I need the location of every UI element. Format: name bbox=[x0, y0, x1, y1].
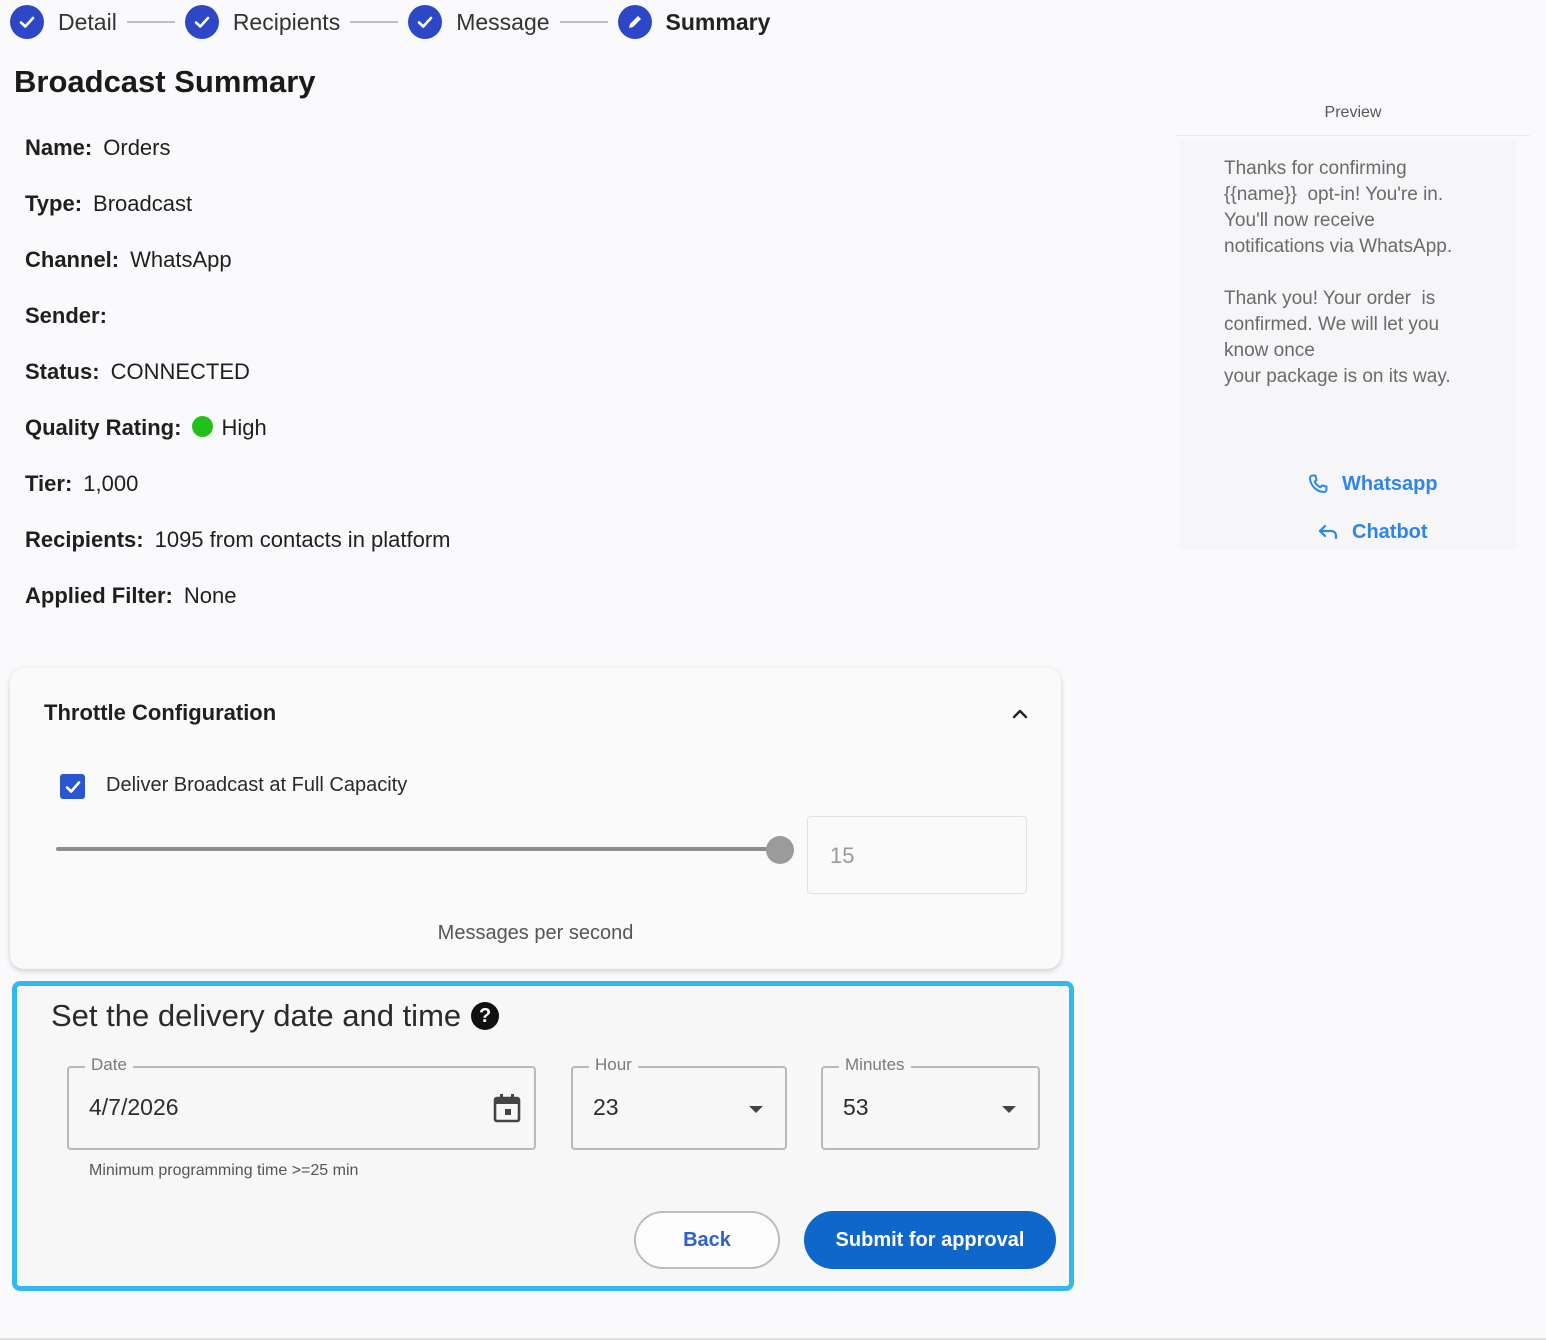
help-icon[interactable]: ? bbox=[471, 1002, 500, 1030]
summary-details: Name: Orders Type: Broadcast Channel: Wh… bbox=[25, 134, 451, 638]
message-preview: Thanks for confirming {{name}} opt-in! Y… bbox=[1180, 140, 1516, 550]
step-label: Detail bbox=[58, 8, 117, 35]
detail-key: Type: bbox=[25, 191, 83, 216]
minimum-time-hint: Minimum programming time >=25 min bbox=[89, 1162, 359, 1179]
caret-down-icon bbox=[749, 1106, 763, 1113]
chatbot-button[interactable]: Chatbot bbox=[1316, 520, 1428, 544]
caret-down-icon bbox=[1002, 1106, 1016, 1113]
step-summary[interactable]: Summary bbox=[617, 5, 771, 39]
detail-key: Status: bbox=[25, 359, 100, 384]
chevron-up-icon[interactable] bbox=[1008, 702, 1032, 731]
page-title: Broadcast Summary bbox=[14, 64, 316, 99]
detail-value: 1,000 bbox=[83, 471, 139, 496]
step-label: Recipients bbox=[232, 8, 341, 35]
detail-key: Name: bbox=[25, 135, 93, 160]
step-label: Message bbox=[456, 8, 550, 35]
whatsapp-button[interactable]: Whatsapp bbox=[1306, 472, 1438, 496]
detail-key: Applied Filter: bbox=[25, 583, 173, 608]
pencil-icon bbox=[617, 5, 652, 39]
step-connector bbox=[350, 21, 399, 23]
check-icon bbox=[184, 5, 219, 39]
detail-key: Channel: bbox=[25, 247, 120, 272]
rate-slider-track[interactable] bbox=[56, 847, 780, 851]
back-button[interactable]: Back bbox=[634, 1211, 780, 1269]
detail-key: Sender: bbox=[25, 303, 107, 328]
stepper: Detail Recipients Message Summary bbox=[10, 4, 770, 40]
phone-icon bbox=[1306, 472, 1330, 496]
preview-header: Preview bbox=[1176, 96, 1530, 136]
detail-key: Tier: bbox=[25, 471, 73, 496]
hour-select-label: Hour bbox=[589, 1055, 638, 1075]
detail-channel: Channel: WhatsApp bbox=[25, 246, 451, 302]
delivery-title-row: Set the delivery date and time ? bbox=[51, 998, 500, 1034]
step-recipients[interactable]: Recipients bbox=[184, 5, 341, 39]
messages-per-second-label: Messages per second bbox=[437, 922, 634, 944]
check-icon bbox=[63, 777, 83, 797]
detail-tier: Tier: 1,000 bbox=[25, 470, 451, 526]
calendar-icon[interactable] bbox=[492, 1092, 522, 1124]
throttle-configuration-panel: Throttle Configuration Deliver Broadcast… bbox=[10, 668, 1061, 969]
step-detail[interactable]: Detail bbox=[10, 5, 117, 39]
minutes-select-value: 53 bbox=[843, 1094, 869, 1120]
step-connector bbox=[126, 21, 175, 23]
throttle-title: Throttle Configuration bbox=[44, 700, 277, 725]
check-icon bbox=[408, 5, 443, 39]
delivery-schedule-panel: Set the delivery date and time ? Date 4/… bbox=[12, 981, 1074, 1291]
check-icon bbox=[10, 5, 44, 39]
rate-slider-thumb[interactable] bbox=[766, 836, 794, 864]
minutes-select-label: Minutes bbox=[839, 1055, 911, 1075]
detail-recipients: Recipients: 1095 from contacts in platfo… bbox=[25, 526, 451, 582]
full-capacity-label: Deliver Broadcast at Full Capacity bbox=[106, 774, 408, 796]
detail-value: Broadcast bbox=[93, 191, 193, 216]
minutes-select[interactable]: Minutes 53 bbox=[821, 1055, 1040, 1150]
hour-select[interactable]: Hour 23 bbox=[571, 1055, 787, 1150]
date-field-label: Date bbox=[85, 1055, 133, 1075]
detail-value: 1095 from contacts in platform bbox=[154, 527, 451, 552]
date-field[interactable]: Date 4/7/2026 bbox=[67, 1055, 536, 1150]
hour-select-value: 23 bbox=[593, 1094, 619, 1120]
status-dot-icon bbox=[192, 416, 214, 437]
full-capacity-checkbox[interactable] bbox=[60, 774, 85, 799]
messages-per-second-input[interactable]: 15 bbox=[807, 816, 1027, 894]
detail-value: High bbox=[221, 415, 267, 440]
detail-key: Quality Rating: bbox=[25, 415, 182, 440]
submit-for-approval-button[interactable]: Submit for approval bbox=[804, 1211, 1056, 1269]
reply-icon bbox=[1316, 520, 1340, 544]
chatbot-button-label: Chatbot bbox=[1352, 520, 1428, 543]
step-connector bbox=[559, 21, 608, 23]
detail-sender: Sender: bbox=[25, 302, 451, 358]
detail-applied-filter: Applied Filter: None bbox=[25, 582, 451, 638]
step-message[interactable]: Message bbox=[408, 5, 550, 39]
detail-status: Status: CONNECTED bbox=[25, 358, 451, 414]
detail-quality-rating: Quality Rating: High bbox=[25, 414, 451, 470]
detail-value: WhatsApp bbox=[130, 247, 232, 272]
step-label: Summary bbox=[665, 8, 771, 35]
detail-value: None bbox=[183, 583, 237, 608]
preview-message-text: Thanks for confirming {{name}} opt-in! Y… bbox=[1224, 158, 1453, 387]
detail-value: Orders bbox=[103, 135, 171, 160]
detail-type: Type: Broadcast bbox=[25, 190, 451, 246]
delivery-title: Set the delivery date and time bbox=[51, 998, 462, 1033]
detail-value: CONNECTED bbox=[110, 359, 250, 384]
detail-name: Name: Orders bbox=[25, 134, 451, 190]
whatsapp-button-label: Whatsapp bbox=[1342, 472, 1438, 495]
date-field-value: 4/7/2026 bbox=[89, 1094, 179, 1120]
detail-key: Recipients: bbox=[25, 527, 144, 552]
